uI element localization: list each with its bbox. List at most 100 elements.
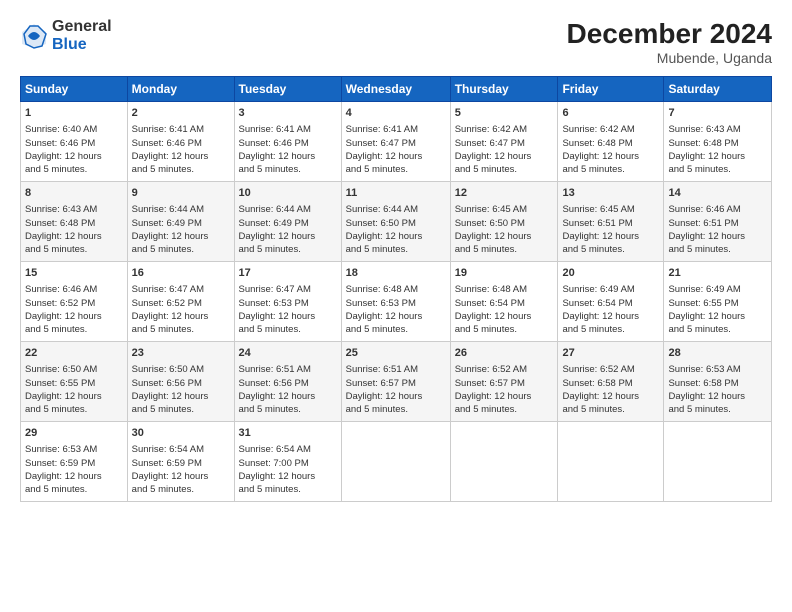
week-row-0: 1Sunrise: 6:40 AMSunset: 6:46 PMDaylight… [21, 102, 772, 182]
day-number: 28 [668, 346, 767, 361]
day-info-line: Daylight: 12 hours [132, 150, 230, 163]
day-info-line: Daylight: 12 hours [346, 390, 446, 403]
day-number: 21 [668, 266, 767, 281]
day-info-line: Sunrise: 6:49 AM [668, 283, 767, 296]
day-number: 1 [25, 106, 123, 121]
day-info-line: Sunset: 6:49 PM [132, 217, 230, 230]
day-info-line: Sunset: 6:53 PM [346, 297, 446, 310]
calendar-cell [664, 422, 772, 502]
day-info-line: Sunset: 6:46 PM [132, 137, 230, 150]
calendar-cell: 12Sunrise: 6:45 AMSunset: 6:50 PMDayligh… [450, 182, 558, 262]
calendar-cell: 25Sunrise: 6:51 AMSunset: 6:57 PMDayligh… [341, 342, 450, 422]
calendar-cell: 2Sunrise: 6:41 AMSunset: 6:46 PMDaylight… [127, 102, 234, 182]
header: General Blue December 2024 Mubende, Ugan… [20, 18, 772, 66]
day-info-line: Sunrise: 6:49 AM [562, 283, 659, 296]
day-number: 24 [239, 346, 337, 361]
day-info-line: and 5 minutes. [668, 323, 767, 336]
header-sunday: Sunday [21, 77, 128, 102]
day-info-line: Sunset: 6:48 PM [25, 217, 123, 230]
logo-general-text: General [52, 18, 112, 36]
day-info-line: and 5 minutes. [132, 483, 230, 496]
logo: General Blue [20, 18, 112, 53]
day-number: 8 [25, 186, 123, 201]
header-row: Sunday Monday Tuesday Wednesday Thursday… [21, 77, 772, 102]
calendar-cell: 18Sunrise: 6:48 AMSunset: 6:53 PMDayligh… [341, 262, 450, 342]
day-info-line: Daylight: 12 hours [455, 230, 554, 243]
header-tuesday: Tuesday [234, 77, 341, 102]
day-number: 9 [132, 186, 230, 201]
day-number: 10 [239, 186, 337, 201]
day-info-line: Sunset: 6:55 PM [25, 377, 123, 390]
calendar-cell: 28Sunrise: 6:53 AMSunset: 6:58 PMDayligh… [664, 342, 772, 422]
day-info-line: Daylight: 12 hours [239, 390, 337, 403]
day-number: 26 [455, 346, 554, 361]
day-info-line: Daylight: 12 hours [239, 310, 337, 323]
calendar-cell: 31Sunrise: 6:54 AMSunset: 7:00 PMDayligh… [234, 422, 341, 502]
day-info-line: Sunrise: 6:45 AM [455, 203, 554, 216]
header-wednesday: Wednesday [341, 77, 450, 102]
day-info-line: Daylight: 12 hours [25, 230, 123, 243]
day-info-line: Sunrise: 6:51 AM [239, 363, 337, 376]
day-info-line: Sunset: 6:55 PM [668, 297, 767, 310]
calendar-cell: 7Sunrise: 6:43 AMSunset: 6:48 PMDaylight… [664, 102, 772, 182]
day-info-line: and 5 minutes. [668, 243, 767, 256]
day-info-line: and 5 minutes. [132, 323, 230, 336]
day-info-line: and 5 minutes. [239, 243, 337, 256]
day-info-line: and 5 minutes. [346, 403, 446, 416]
logo-text: General Blue [52, 18, 112, 53]
day-info-line: and 5 minutes. [239, 163, 337, 176]
day-info-line: and 5 minutes. [25, 243, 123, 256]
day-number: 30 [132, 426, 230, 441]
calendar-body: 1Sunrise: 6:40 AMSunset: 6:46 PMDaylight… [21, 102, 772, 502]
day-info-line: Daylight: 12 hours [239, 150, 337, 163]
day-info-line: Sunrise: 6:44 AM [132, 203, 230, 216]
day-info-line: and 5 minutes. [562, 163, 659, 176]
day-info-line: and 5 minutes. [25, 483, 123, 496]
calendar-cell [450, 422, 558, 502]
day-info-line: Daylight: 12 hours [132, 470, 230, 483]
day-info-line: Sunset: 6:56 PM [239, 377, 337, 390]
header-monday: Monday [127, 77, 234, 102]
calendar-table: Sunday Monday Tuesday Wednesday Thursday… [20, 76, 772, 502]
day-info-line: Sunrise: 6:41 AM [346, 123, 446, 136]
day-info-line: Daylight: 12 hours [668, 150, 767, 163]
day-info-line: Daylight: 12 hours [25, 390, 123, 403]
day-info-line: Sunset: 6:59 PM [25, 457, 123, 470]
day-info-line: and 5 minutes. [668, 403, 767, 416]
day-info-line: Sunrise: 6:52 AM [562, 363, 659, 376]
day-info-line: Sunrise: 6:46 AM [25, 283, 123, 296]
day-info-line: Sunrise: 6:40 AM [25, 123, 123, 136]
calendar-cell: 24 Sunrise: 6:51 AMSunset: 6:56 PMDayligh… [234, 342, 341, 422]
day-info-line: Daylight: 12 hours [455, 150, 554, 163]
day-number: 4 [346, 106, 446, 121]
calendar-cell: 30Sunrise: 6:54 AMSunset: 6:59 PMDayligh… [127, 422, 234, 502]
calendar-cell: 8Sunrise: 6:43 AMSunset: 6:48 PMDaylight… [21, 182, 128, 262]
day-number: 25 [346, 346, 446, 361]
calendar-cell: 27Sunrise: 6:52 AMSunset: 6:58 PMDayligh… [558, 342, 664, 422]
day-number: 11 [346, 186, 446, 201]
day-info-line: Sunset: 6:53 PM [239, 297, 337, 310]
day-info-line: and 5 minutes. [668, 163, 767, 176]
day-info-line: Daylight: 12 hours [239, 230, 337, 243]
day-info-line: Sunrise: 6:48 AM [455, 283, 554, 296]
day-info-line: Daylight: 12 hours [132, 390, 230, 403]
day-info-line: Sunset: 6:57 PM [346, 377, 446, 390]
day-number: 31 [239, 426, 337, 441]
day-info-line: and 5 minutes. [239, 483, 337, 496]
calendar-cell [558, 422, 664, 502]
day-info-line: Daylight: 12 hours [668, 310, 767, 323]
day-number: 17 [239, 266, 337, 281]
day-info-line: Daylight: 12 hours [239, 470, 337, 483]
day-info-line: and 5 minutes. [132, 163, 230, 176]
day-info-line: Sunrise: 6:50 AM [25, 363, 123, 376]
calendar-header: Sunday Monday Tuesday Wednesday Thursday… [21, 77, 772, 102]
calendar-cell: 19Sunrise: 6:48 AMSunset: 6:54 PMDayligh… [450, 262, 558, 342]
day-info-line: Daylight: 12 hours [25, 310, 123, 323]
day-info-line: Sunset: 6:56 PM [132, 377, 230, 390]
day-info-line: Daylight: 12 hours [455, 310, 554, 323]
header-thursday: Thursday [450, 77, 558, 102]
day-info-line: Sunrise: 6:52 AM [455, 363, 554, 376]
day-info-line: Daylight: 12 hours [346, 310, 446, 323]
day-info-line: Daylight: 12 hours [455, 390, 554, 403]
calendar-page: General Blue December 2024 Mubende, Ugan… [0, 0, 792, 612]
